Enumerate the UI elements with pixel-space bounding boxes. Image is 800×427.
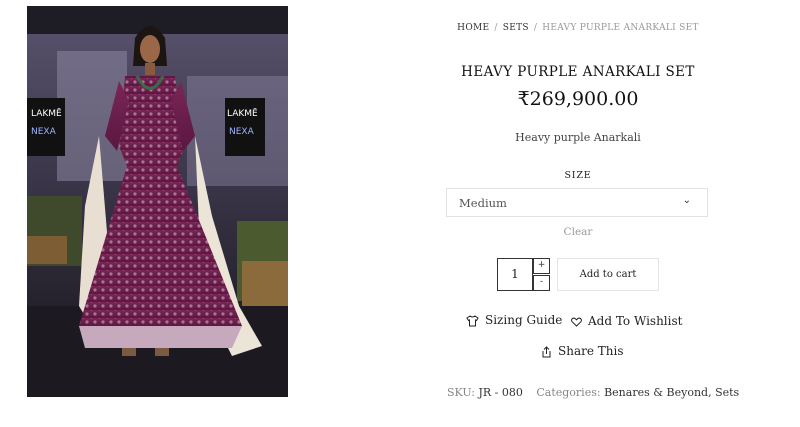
category-separator: , <box>708 386 712 399</box>
sku-value: JR - 080 <box>478 386 523 399</box>
share-label: Share This <box>558 344 624 358</box>
add-to-wishlist-link[interactable]: Add To Wishlist <box>571 314 682 328</box>
breadcrumb-home[interactable]: HOME <box>457 23 489 33</box>
product-image[interactable]: LAKMĒ NEXA LAKMĒ NEXA <box>27 6 288 397</box>
breadcrumb-separator: / <box>494 23 498 33</box>
quantity-increase-button[interactable]: + <box>533 258 550 274</box>
banner-text-right: LAKMĒ <box>227 108 258 119</box>
clear-selection-link[interactable]: Clear <box>446 226 710 238</box>
sku-label: SKU: <box>447 386 475 399</box>
heart-icon <box>571 314 588 328</box>
category-link-2[interactable]: Sets <box>715 386 739 399</box>
sizing-guide-link[interactable]: Sizing Guide <box>466 313 562 327</box>
add-to-cart-button[interactable]: Add to cart <box>557 258 659 291</box>
banner-text-left: LAKMĒ <box>31 108 62 119</box>
breadcrumb: HOME / SETS / HEAVY PURPLE ANARKALI SET <box>446 23 710 33</box>
size-select-value: Medium <box>459 196 507 210</box>
breadcrumb-current: HEAVY PURPLE ANARKALI SET <box>542 23 699 33</box>
size-select[interactable]: Medium ⌄ <box>446 188 708 217</box>
category-link-1[interactable]: Benares & Beyond <box>604 386 708 399</box>
breadcrumb-separator: / <box>533 23 538 33</box>
shirt-icon <box>466 313 485 327</box>
banner-text-right-2: NEXA <box>229 127 255 137</box>
share-icon <box>541 344 558 358</box>
sizing-guide-label: Sizing Guide <box>485 313 563 327</box>
chevron-down-icon: ⌄ <box>682 195 691 206</box>
breadcrumb-sets[interactable]: SETS <box>503 23 529 33</box>
quantity-decrease-button[interactable]: - <box>533 275 550 291</box>
product-meta: SKU: JR - 080 Categories: Benares & Beyo… <box>447 386 739 399</box>
size-label: SIZE <box>564 170 592 181</box>
categories-label: Categories: <box>536 386 601 399</box>
quantity-stepper: 1 + - <box>497 258 550 291</box>
quantity-input[interactable]: 1 <box>497 258 533 291</box>
share-link[interactable]: Share This <box>541 344 623 358</box>
product-title: HEAVY PURPLE ANARKALI SET <box>461 64 695 80</box>
wishlist-label: Add To Wishlist <box>588 314 683 328</box>
product-price: ₹269,900.00 <box>517 88 639 110</box>
product-description: Heavy purple Anarkali <box>515 131 641 144</box>
banner-text-left-2: NEXA <box>31 127 57 137</box>
